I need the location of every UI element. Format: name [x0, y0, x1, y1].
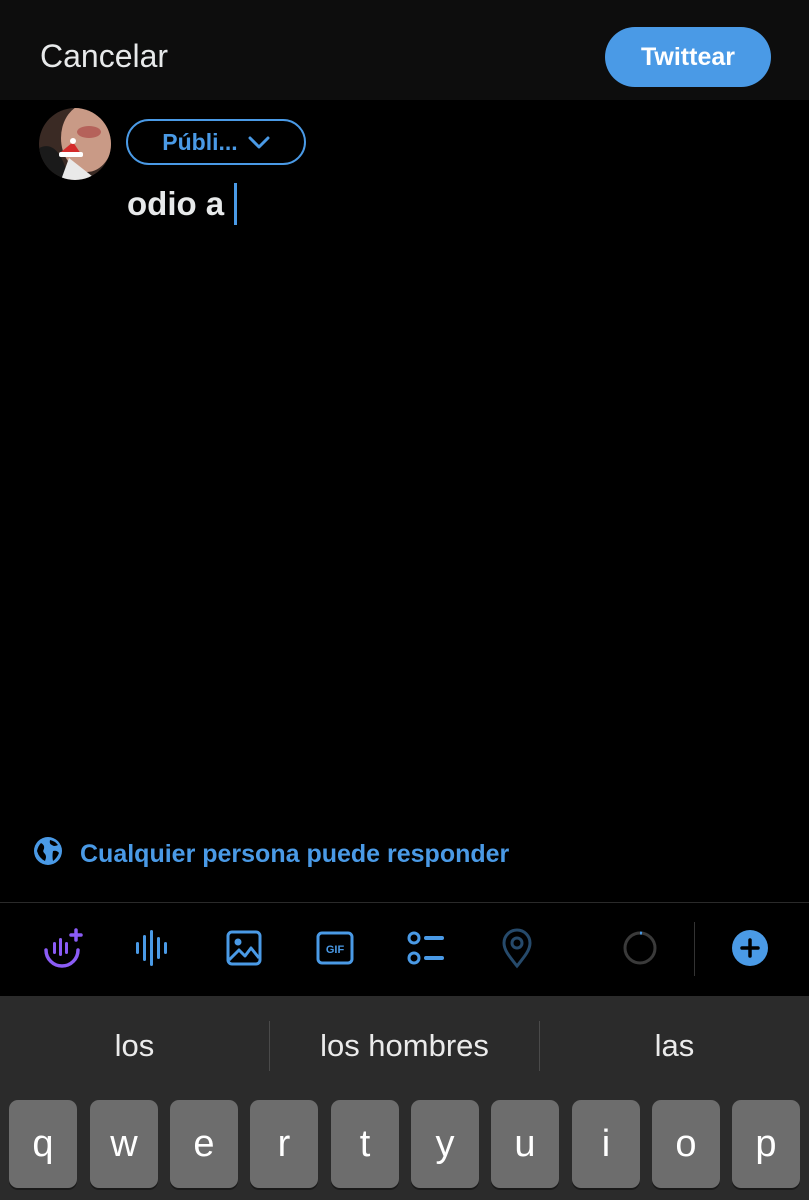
character-count-ring-icon — [618, 926, 662, 970]
key-y[interactable]: y — [411, 1100, 479, 1188]
key-p[interactable]: p — [732, 1100, 800, 1188]
voice-waveform-icon[interactable] — [131, 926, 175, 970]
key-q[interactable]: q — [9, 1100, 77, 1188]
key-t[interactable]: t — [331, 1100, 399, 1188]
audience-selector[interactable]: Públi... — [126, 119, 306, 165]
composer-header: Cancelar Twittear — [0, 0, 809, 100]
tweet-text-input[interactable]: odio a — [127, 183, 238, 225]
audience-label: Públi... — [162, 128, 238, 155]
reply-setting-label: Cualquier persona puede responder — [80, 840, 510, 868]
cancel-button[interactable]: Cancelar — [40, 36, 168, 76]
poll-icon[interactable] — [404, 926, 448, 970]
toolbar-separator — [694, 922, 695, 976]
tweet-text: odio a — [127, 185, 225, 222]
avatar-image — [39, 108, 111, 180]
avatar[interactable] — [39, 108, 111, 180]
keyboard-suggestion[interactable]: los hombres — [270, 1024, 539, 1068]
globe-icon — [33, 836, 63, 873]
gif-icon[interactable]: GIF — [313, 926, 357, 970]
key-w[interactable]: w — [90, 1100, 158, 1188]
keyboard-suggestion[interactable]: las — [540, 1024, 809, 1068]
add-tweet-icon[interactable] — [728, 926, 772, 970]
chevron-down-icon — [248, 129, 270, 156]
reply-setting-button[interactable]: Cualquier persona puede responder — [33, 836, 509, 873]
key-i[interactable]: i — [572, 1100, 640, 1188]
location-pin-icon — [495, 926, 539, 970]
gif-icon-text: GIF — [326, 944, 345, 956]
image-icon[interactable] — [222, 926, 266, 970]
spaces-plus-icon[interactable] — [40, 926, 84, 970]
text-caret — [234, 183, 238, 225]
key-u[interactable]: u — [491, 1100, 559, 1188]
tweet-button[interactable]: Twittear — [605, 27, 771, 87]
key-r[interactable]: r — [250, 1100, 318, 1188]
key-o[interactable]: o — [652, 1100, 720, 1188]
toolbar-divider — [0, 902, 809, 903]
keyboard-suggestion[interactable]: los — [0, 1024, 269, 1068]
key-e[interactable]: e — [170, 1100, 238, 1188]
